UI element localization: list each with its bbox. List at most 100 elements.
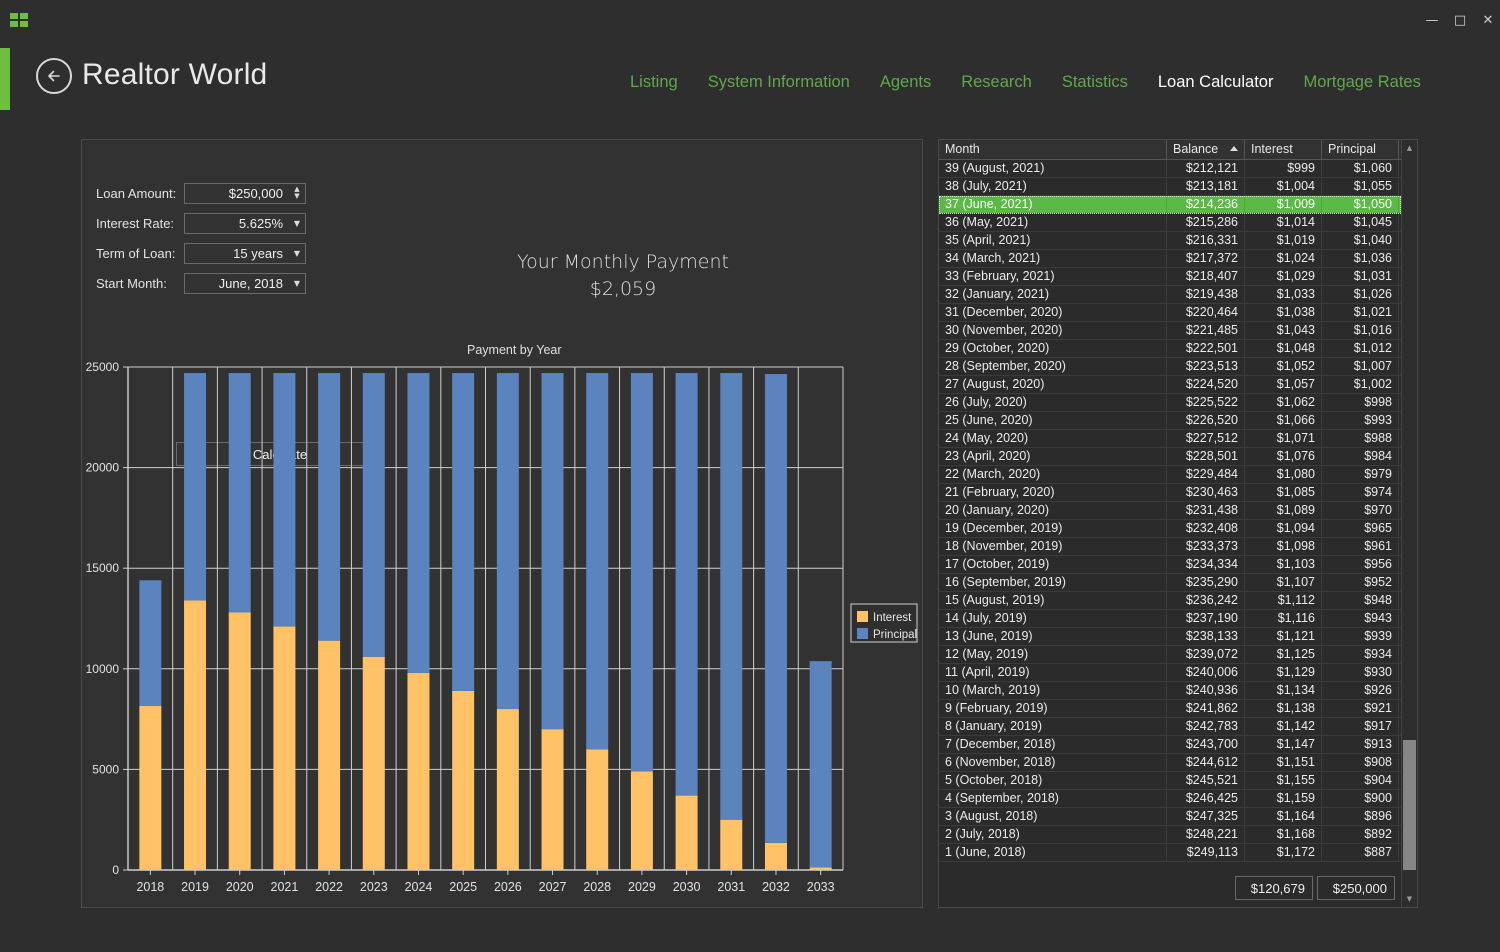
table-row[interactable]: 10 (March, 2019)$240,936$1,134$926: [939, 682, 1401, 700]
table-row[interactable]: 34 (March, 2021)$217,372$1,024$1,036: [939, 250, 1401, 268]
table-row[interactable]: 1 (June, 2018)$249,113$1,172$887: [939, 844, 1401, 862]
svg-text:2023: 2023: [360, 880, 388, 894]
page-title: Realtor World: [82, 58, 267, 92]
cell-balance: $214,236: [1167, 196, 1245, 213]
loan-amount-stepper[interactable]: ▲▼: [289, 184, 305, 203]
table-row[interactable]: 5 (October, 2018)$245,521$1,155$904: [939, 772, 1401, 790]
table-row[interactable]: 27 (August, 2020)$224,520$1,057$1,002: [939, 376, 1401, 394]
column-header-principal[interactable]: Principal: [1322, 140, 1399, 159]
accent-bar: [0, 48, 10, 110]
table-row[interactable]: 31 (December, 2020)$220,464$1,038$1,021: [939, 304, 1401, 322]
table-row[interactable]: 2 (July, 2018)$248,221$1,168$892: [939, 826, 1401, 844]
svg-text:0: 0: [112, 863, 119, 877]
table-row[interactable]: 20 (January, 2020)$231,438$1,089$970: [939, 502, 1401, 520]
table-row[interactable]: 17 (October, 2019)$234,334$1,103$956: [939, 556, 1401, 574]
term-select[interactable]: 15 years ▼: [184, 243, 306, 264]
start-month-select[interactable]: June, 2018 ▼: [184, 273, 306, 294]
cell-interest: $1,125: [1245, 646, 1322, 663]
table-row[interactable]: 25 (June, 2020)$226,520$1,066$993: [939, 412, 1401, 430]
cell-month: 15 (August, 2019): [939, 592, 1167, 609]
cell-interest: $1,134: [1245, 682, 1322, 699]
cell-month: 13 (June, 2019): [939, 628, 1167, 645]
cell-principal: $948: [1322, 592, 1399, 609]
loan-amount-value: $250,000: [185, 186, 289, 201]
cell-month: 23 (April, 2020): [939, 448, 1167, 465]
table-row[interactable]: 6 (November, 2018)$244,612$1,151$908: [939, 754, 1401, 772]
table-row[interactable]: 36 (May, 2021)$215,286$1,014$1,045: [939, 214, 1401, 232]
table-row[interactable]: 13 (June, 2019)$238,133$1,121$939: [939, 628, 1401, 646]
maximize-button[interactable]: □: [1446, 12, 1474, 30]
nav-item-loan-calculator[interactable]: Loan Calculator: [1158, 73, 1274, 92]
cell-principal: $896: [1322, 808, 1399, 825]
cell-month: 39 (August, 2021): [939, 160, 1167, 177]
table-row[interactable]: 21 (February, 2020)$230,463$1,085$974: [939, 484, 1401, 502]
vertical-scrollbar[interactable]: ▲ ▼: [1401, 140, 1417, 907]
cell-interest: $1,052: [1245, 358, 1322, 375]
nav-item-listing[interactable]: Listing: [630, 73, 678, 92]
table-row[interactable]: 12 (May, 2019)$239,072$1,125$934: [939, 646, 1401, 664]
table-row[interactable]: 16 (September, 2019)$235,290$1,107$952: [939, 574, 1401, 592]
cell-balance: $240,936: [1167, 682, 1245, 699]
table-row[interactable]: 9 (February, 2019)$241,862$1,138$921: [939, 700, 1401, 718]
table-row[interactable]: 22 (March, 2020)$229,484$1,080$979: [939, 466, 1401, 484]
table-row[interactable]: 14 (July, 2019)$237,190$1,116$943: [939, 610, 1401, 628]
scrollbar-thumb[interactable]: [1403, 740, 1416, 870]
table-row[interactable]: 24 (May, 2020)$227,512$1,071$988: [939, 430, 1401, 448]
start-month-row: Start Month: June, 2018 ▼: [96, 272, 306, 294]
cell-interest: $1,107: [1245, 574, 1322, 591]
table-row[interactable]: 11 (April, 2019)$240,006$1,129$930: [939, 664, 1401, 682]
back-button[interactable]: [36, 58, 72, 94]
svg-text:2019: 2019: [181, 880, 209, 894]
column-header-interest[interactable]: Interest: [1245, 140, 1322, 159]
table-row[interactable]: 38 (July, 2021)$213,181$1,004$1,055: [939, 178, 1401, 196]
table-row[interactable]: 15 (August, 2019)$236,242$1,112$948: [939, 592, 1401, 610]
nav-item-research[interactable]: Research: [961, 73, 1032, 92]
table-body[interactable]: 39 (August, 2021)$212,121$999$1,06038 (J…: [939, 160, 1401, 888]
table-row[interactable]: 26 (July, 2020)$225,522$1,062$998: [939, 394, 1401, 412]
scroll-down-button[interactable]: ▼: [1402, 891, 1417, 907]
nav-item-mortgage-rates[interactable]: Mortgage Rates: [1303, 73, 1420, 92]
table-row[interactable]: 18 (November, 2019)$233,373$1,098$961: [939, 538, 1401, 556]
cell-interest: $1,089: [1245, 502, 1322, 519]
table-row[interactable]: 32 (January, 2021)$219,438$1,033$1,026: [939, 286, 1401, 304]
cell-principal: $917: [1322, 718, 1399, 735]
start-month-label: Start Month:: [96, 276, 184, 291]
column-header-balance[interactable]: Balance: [1167, 140, 1245, 159]
table-row[interactable]: 33 (February, 2021)$218,407$1,029$1,031: [939, 268, 1401, 286]
cell-interest: $1,172: [1245, 844, 1322, 861]
table-row[interactable]: 29 (October, 2020)$222,501$1,048$1,012: [939, 340, 1401, 358]
cell-balance: $223,513: [1167, 358, 1245, 375]
table-row[interactable]: 4 (September, 2018)$246,425$1,159$900: [939, 790, 1401, 808]
cell-month: 18 (November, 2019): [939, 538, 1167, 555]
table-row[interactable]: 19 (December, 2019)$232,408$1,094$965: [939, 520, 1401, 538]
table-row[interactable]: 28 (September, 2020)$223,513$1,052$1,007: [939, 358, 1401, 376]
table-row[interactable]: 37 (June, 2021)$214,236$1,009$1,050: [939, 196, 1401, 214]
column-header-month[interactable]: Month: [939, 140, 1167, 159]
loan-amount-input[interactable]: $250,000 ▲▼: [184, 183, 306, 204]
cell-balance: $235,290: [1167, 574, 1245, 591]
minimize-button[interactable]: —: [1418, 12, 1446, 30]
table-row[interactable]: 7 (December, 2018)$243,700$1,147$913: [939, 736, 1401, 754]
table-row[interactable]: 23 (April, 2020)$228,501$1,076$984: [939, 448, 1401, 466]
table-row[interactable]: 30 (November, 2020)$221,485$1,043$1,016: [939, 322, 1401, 340]
cell-interest: $1,029: [1245, 268, 1322, 285]
cell-principal: $921: [1322, 700, 1399, 717]
cell-principal: $970: [1322, 502, 1399, 519]
cell-interest: $1,043: [1245, 322, 1322, 339]
scroll-up-button[interactable]: ▲: [1402, 140, 1417, 156]
cell-month: 29 (October, 2020): [939, 340, 1167, 357]
nav-item-system-information[interactable]: System Information: [708, 73, 850, 92]
table-row[interactable]: 3 (August, 2018)$247,325$1,164$896: [939, 808, 1401, 826]
cell-balance: $224,520: [1167, 376, 1245, 393]
interest-rate-select[interactable]: 5.625% ▼: [184, 213, 306, 234]
nav-item-agents[interactable]: Agents: [880, 73, 931, 92]
monthly-payment-label: Your Monthly Payment: [383, 251, 863, 273]
nav-item-statistics[interactable]: Statistics: [1062, 73, 1128, 92]
cell-balance: $230,463: [1167, 484, 1245, 501]
table-row[interactable]: 8 (January, 2019)$242,783$1,142$917: [939, 718, 1401, 736]
cell-principal: $956: [1322, 556, 1399, 573]
close-button[interactable]: ✕: [1474, 12, 1500, 30]
table-row[interactable]: 39 (August, 2021)$212,121$999$1,060: [939, 160, 1401, 178]
table-row[interactable]: 35 (April, 2021)$216,331$1,019$1,040: [939, 232, 1401, 250]
cell-balance: $244,612: [1167, 754, 1245, 771]
